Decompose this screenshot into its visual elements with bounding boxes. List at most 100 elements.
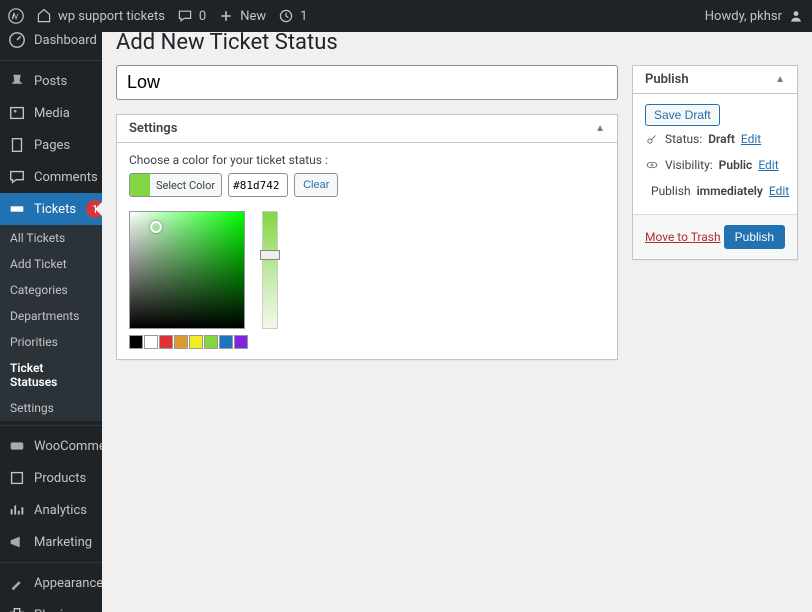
sidebar-item-label: Analytics — [34, 503, 87, 518]
page-content: Add New Ticket Status Settings ▲ Choose … — [102, 32, 812, 612]
wp-logo[interactable] — [8, 8, 24, 24]
edit-status-link[interactable]: Edit — [741, 132, 761, 146]
my-account-link[interactable]: Howdy, pkhsr — [705, 8, 804, 24]
comments-count: 0 — [199, 9, 206, 24]
new-content-link[interactable]: New — [218, 8, 266, 24]
key-icon — [645, 132, 659, 146]
sidebar-item-pages[interactable]: Pages — [0, 129, 102, 161]
sidebar-item-label: Media — [34, 106, 70, 121]
palette-swatch[interactable] — [129, 335, 143, 349]
edit-visibility-link[interactable]: Edit — [758, 158, 778, 172]
comments-link[interactable]: 0 — [177, 8, 206, 24]
product-icon — [8, 469, 26, 487]
submenu-settings[interactable]: Settings — [0, 395, 102, 421]
clear-color-button[interactable]: Clear — [294, 173, 338, 197]
hue-handle[interactable] — [260, 250, 280, 260]
saturation-value-panel[interactable] — [129, 211, 245, 329]
schedule-row: Publish immediately Edit — [645, 178, 785, 204]
choose-color-label: Choose a color for your ticket status : — [129, 153, 605, 167]
sidebar-item-label: WooCommerce — [34, 439, 102, 454]
visibility-row: Visibility: Public Edit — [645, 152, 785, 178]
ticket-icon — [8, 200, 26, 218]
palette-swatch[interactable] — [159, 335, 173, 349]
sidebar-item-analytics[interactable]: Analytics — [0, 494, 102, 526]
visibility-label: Visibility: — [665, 158, 713, 172]
sidebar-item-label: Pages — [34, 138, 70, 153]
analytics-icon — [8, 501, 26, 519]
sidebar-item-label: Comments — [34, 170, 98, 185]
updates-count: 1 — [300, 9, 307, 24]
dashboard-icon — [8, 32, 26, 49]
pin-icon — [8, 72, 26, 90]
status-value: Draft — [708, 132, 735, 146]
status-title-input[interactable] — [116, 65, 618, 100]
submenu-departments[interactable]: Departments — [0, 303, 102, 329]
admin-toolbar: wp support tickets 0 New 1 Howdy, pkhsr — [0, 0, 812, 32]
color-swatch — [130, 174, 150, 196]
sidebar-item-woocommerce[interactable]: WooCommerce — [0, 430, 102, 462]
toggle-publish[interactable]: ▲ — [775, 74, 785, 85]
save-draft-button[interactable]: Save Draft — [645, 104, 720, 126]
move-to-trash-link[interactable]: Move to Trash — [645, 230, 721, 244]
schedule-prefix: Publish — [651, 184, 691, 198]
comment-icon — [8, 168, 26, 186]
howdy-text: Howdy, pkhsr — [705, 9, 782, 24]
sidebar-item-comments[interactable]: Comments — [0, 161, 102, 193]
new-label: New — [240, 9, 266, 24]
sidebar-item-label: Plugins — [34, 608, 77, 612]
settings-metabox: Settings ▲ Choose a color for your ticke… — [116, 114, 618, 360]
palette-swatch[interactable] — [174, 335, 188, 349]
sv-handle[interactable] — [150, 221, 162, 233]
visibility-value: Public — [719, 158, 753, 172]
palette-swatch[interactable] — [234, 335, 248, 349]
sidebar-item-label: Dashboard — [34, 33, 97, 48]
color-palette — [129, 335, 248, 349]
sidebar-item-label: Posts — [34, 74, 67, 89]
select-color-label: Select Color — [150, 179, 221, 192]
eye-icon — [645, 158, 659, 172]
tickets-badge: 1 — [86, 200, 102, 218]
palette-swatch[interactable] — [219, 335, 233, 349]
sidebar-item-appearance[interactable]: Appearance — [0, 567, 102, 599]
publish-heading: Publish — [645, 72, 689, 87]
sidebar-item-marketing[interactable]: Marketing — [0, 526, 102, 558]
site-name-link[interactable]: wp support tickets — [36, 8, 165, 24]
sidebar-item-plugins[interactable]: Plugins — [0, 599, 102, 612]
edit-schedule-link[interactable]: Edit — [769, 184, 789, 198]
hue-slider[interactable] — [262, 211, 278, 329]
submenu-categories[interactable]: Categories — [0, 277, 102, 303]
site-name: wp support tickets — [58, 9, 165, 24]
publish-metabox: Publish ▲ Save Draft Status: Draft Edit — [632, 65, 798, 260]
submenu-ticket-statuses[interactable]: Ticket Statuses — [0, 355, 102, 395]
media-icon — [8, 104, 26, 122]
sidebar-item-dashboard[interactable]: Dashboard — [0, 32, 102, 56]
status-label: Status: — [665, 132, 702, 146]
hex-input[interactable] — [228, 173, 288, 197]
page-title: Add New Ticket Status — [116, 32, 798, 65]
palette-swatch[interactable] — [189, 335, 203, 349]
updates-link[interactable]: 1 — [278, 8, 307, 24]
tickets-submenu: All Tickets Add Ticket Categories Depart… — [0, 225, 102, 421]
publish-button[interactable]: Publish — [724, 225, 785, 249]
submenu-add-ticket[interactable]: Add Ticket — [0, 251, 102, 277]
toggle-settings[interactable]: ▲ — [595, 123, 605, 134]
page-icon — [8, 136, 26, 154]
submenu-all-tickets[interactable]: All Tickets — [0, 225, 102, 251]
admin-sidebar: Dashboard Posts Media Pages Comments Tic… — [0, 32, 102, 612]
avatar-icon — [788, 8, 804, 24]
submenu-priorities[interactable]: Priorities — [0, 329, 102, 355]
plugin-icon — [8, 606, 26, 612]
brush-icon — [8, 574, 26, 592]
sidebar-item-label: Tickets — [34, 202, 76, 217]
sidebar-item-products[interactable]: Products — [0, 462, 102, 494]
woo-icon — [8, 437, 26, 455]
select-color-button[interactable]: Select Color — [129, 173, 222, 197]
sidebar-item-tickets[interactable]: Tickets 1 — [0, 193, 102, 225]
sidebar-item-label: Marketing — [34, 535, 92, 550]
sidebar-item-label: Products — [34, 471, 86, 486]
palette-swatch[interactable] — [144, 335, 158, 349]
sidebar-item-media[interactable]: Media — [0, 97, 102, 129]
sidebar-item-posts[interactable]: Posts — [0, 65, 102, 97]
megaphone-icon — [8, 533, 26, 551]
palette-swatch[interactable] — [204, 335, 218, 349]
